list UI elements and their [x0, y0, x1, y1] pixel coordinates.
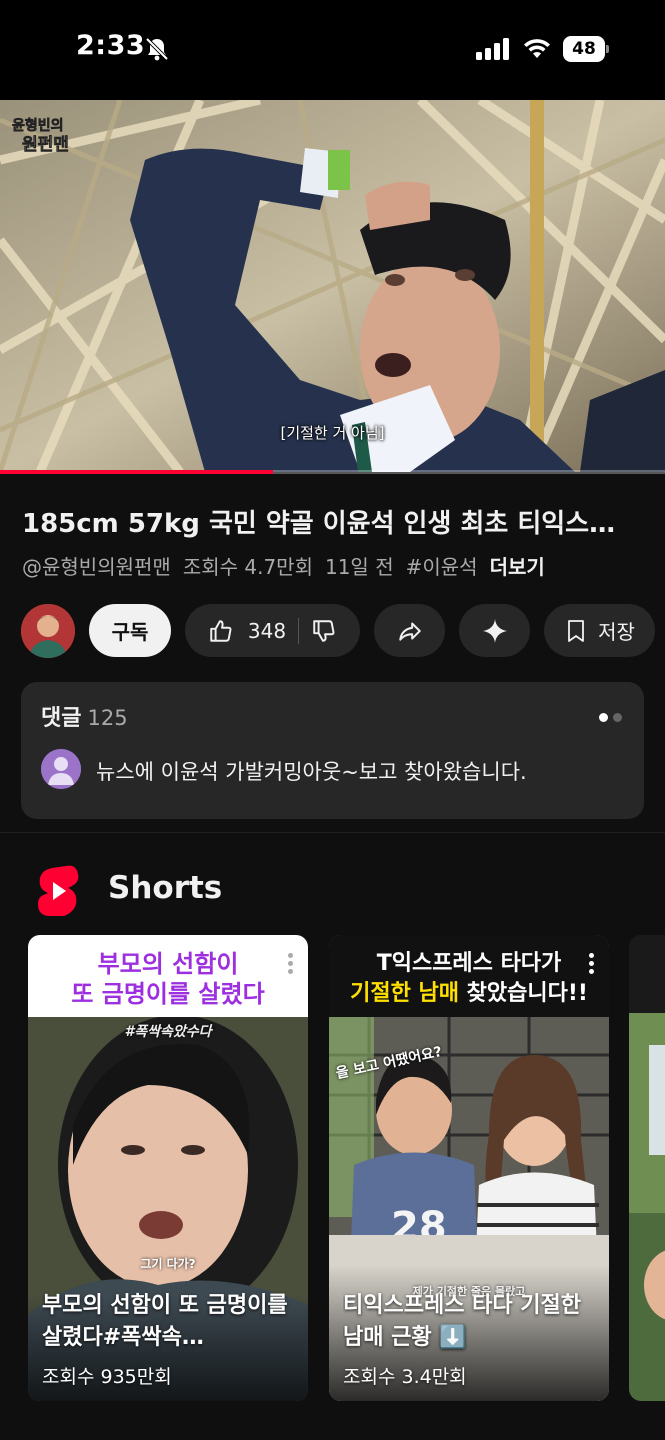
like-icon[interactable]: [208, 618, 234, 644]
action-bar: 구독 348 저장: [0, 603, 665, 659]
battery-level: 48: [563, 36, 605, 62]
channel-watermark: 윤형빈의 원펀맨: [12, 117, 70, 156]
like-count: 348: [247, 618, 287, 643]
video-subtitle: [기절한 거 아님]: [280, 424, 385, 442]
wifi-icon: [524, 39, 550, 58]
video-player[interactable]: 윤형빈의 원펀맨 [기절한 거 아님]: [0, 100, 665, 472]
status-bar: 2:33 48: [0, 0, 665, 100]
more-button[interactable]: 더보기: [490, 555, 545, 579]
status-time: 2:33: [76, 30, 146, 61]
short-views: 조회수 3.4만회: [343, 1366, 467, 1388]
top-comment-text: 뉴스에 이윤석 가발커밍아웃~보고 찾아왔습니다.: [96, 760, 527, 784]
bell-off-icon: [145, 37, 169, 61]
short-header-rest: 찾았습니다!!: [458, 981, 588, 1006]
video-progress-fill: [0, 470, 273, 474]
watermark-text: 윤형빈의: [12, 117, 64, 134]
svg-text:원펀맨: 원펀맨: [22, 135, 69, 155]
video-meta[interactable]: @윤형빈의원펀맨 조회수 4.7만회 11일 전 #이윤석 더보기: [22, 551, 557, 580]
shorts-logo-icon: [38, 865, 79, 916]
video-thumbnail: [0, 100, 665, 472]
save-label: 저장: [598, 620, 635, 644]
short-card[interactable]: 28 T익스프레스 타다가 기절한 남매 찾았습니다!! 을 보고 어땠어요? …: [329, 935, 609, 1401]
kebab-icon[interactable]: [589, 953, 595, 977]
short-header-line1: 부모의 선함이: [97, 950, 239, 978]
section-divider: [0, 832, 665, 833]
dislike-icon[interactable]: [311, 618, 337, 644]
short-card[interactable]: 부모의 선함이 또 금명이를 살렸다 #폭싹속았수다 그기 다가? 부모의 선함…: [28, 935, 308, 1401]
ask-ai-button[interactable]: [459, 604, 530, 657]
comments-label: 댓글: [41, 706, 82, 731]
short-overlay-subtitle: 그기 다가?: [140, 1257, 196, 1271]
short-header: T익스프레스 타다가 기절한 남매 찾았습니다!!: [329, 935, 609, 1017]
like-dislike-group: 348: [185, 604, 360, 657]
signal-icon: [476, 38, 509, 60]
comments-pager-dots: [594, 707, 622, 726]
sparkle-icon: [482, 618, 507, 643]
share-icon: [398, 621, 421, 641]
share-button[interactable]: [374, 604, 445, 657]
kebab-icon[interactable]: [288, 953, 294, 977]
subscribe-button[interactable]: 구독: [89, 604, 171, 657]
short-header-line2: 기절한 남매 찾았습니다!!: [329, 979, 609, 1009]
short-header-line1: T익스프레스 타다가: [376, 951, 562, 976]
video-progress-bar[interactable]: [0, 470, 665, 474]
save-icon: [568, 619, 584, 642]
short-header-line2: 또 금명이를 살렸다: [71, 980, 265, 1008]
video-title[interactable]: 185cm 57kg 국민 약골 이윤석 인생 최초 티익스…: [22, 503, 647, 540]
short-caption: 티익스프레스 타다 기절한 남매 근황 ⬇️: [343, 1293, 581, 1350]
comments-panel[interactable]: 댓글 125 뉴스에 이윤석 가발커밍아웃~보고 찾아왔습니다.: [21, 682, 644, 819]
save-button[interactable]: 저장: [544, 604, 655, 657]
hashtag[interactable]: #이윤석: [406, 555, 478, 579]
view-count: 조회수 4.7만회: [182, 555, 313, 579]
like-separator: [298, 617, 300, 644]
channel-avatar[interactable]: [21, 604, 75, 658]
shorts-section-title: Shorts: [108, 870, 223, 906]
comment-avatar: [41, 749, 81, 789]
upload-age: 11일 전: [324, 555, 394, 579]
battery-icon: 48: [563, 36, 609, 62]
short-overlay-tag: #폭싹속았수다: [124, 1024, 212, 1040]
short-thumbnail: [629, 935, 665, 1401]
short-header-highlight: 기절한 남매: [350, 981, 459, 1006]
comments-header: 댓글 125: [41, 700, 128, 732]
short-views: 조회수 935만회: [42, 1366, 172, 1388]
short-caption: 부모의 선함이 또 금명이를 살렸다#폭싹속…: [42, 1293, 288, 1350]
comments-count: 125: [87, 706, 128, 730]
short-header: 부모의 선함이 또 금명이를 살렸다: [28, 935, 308, 1017]
channel-handle[interactable]: @윤형빈의원펀맨: [22, 555, 171, 579]
short-card[interactable]: [629, 935, 665, 1401]
